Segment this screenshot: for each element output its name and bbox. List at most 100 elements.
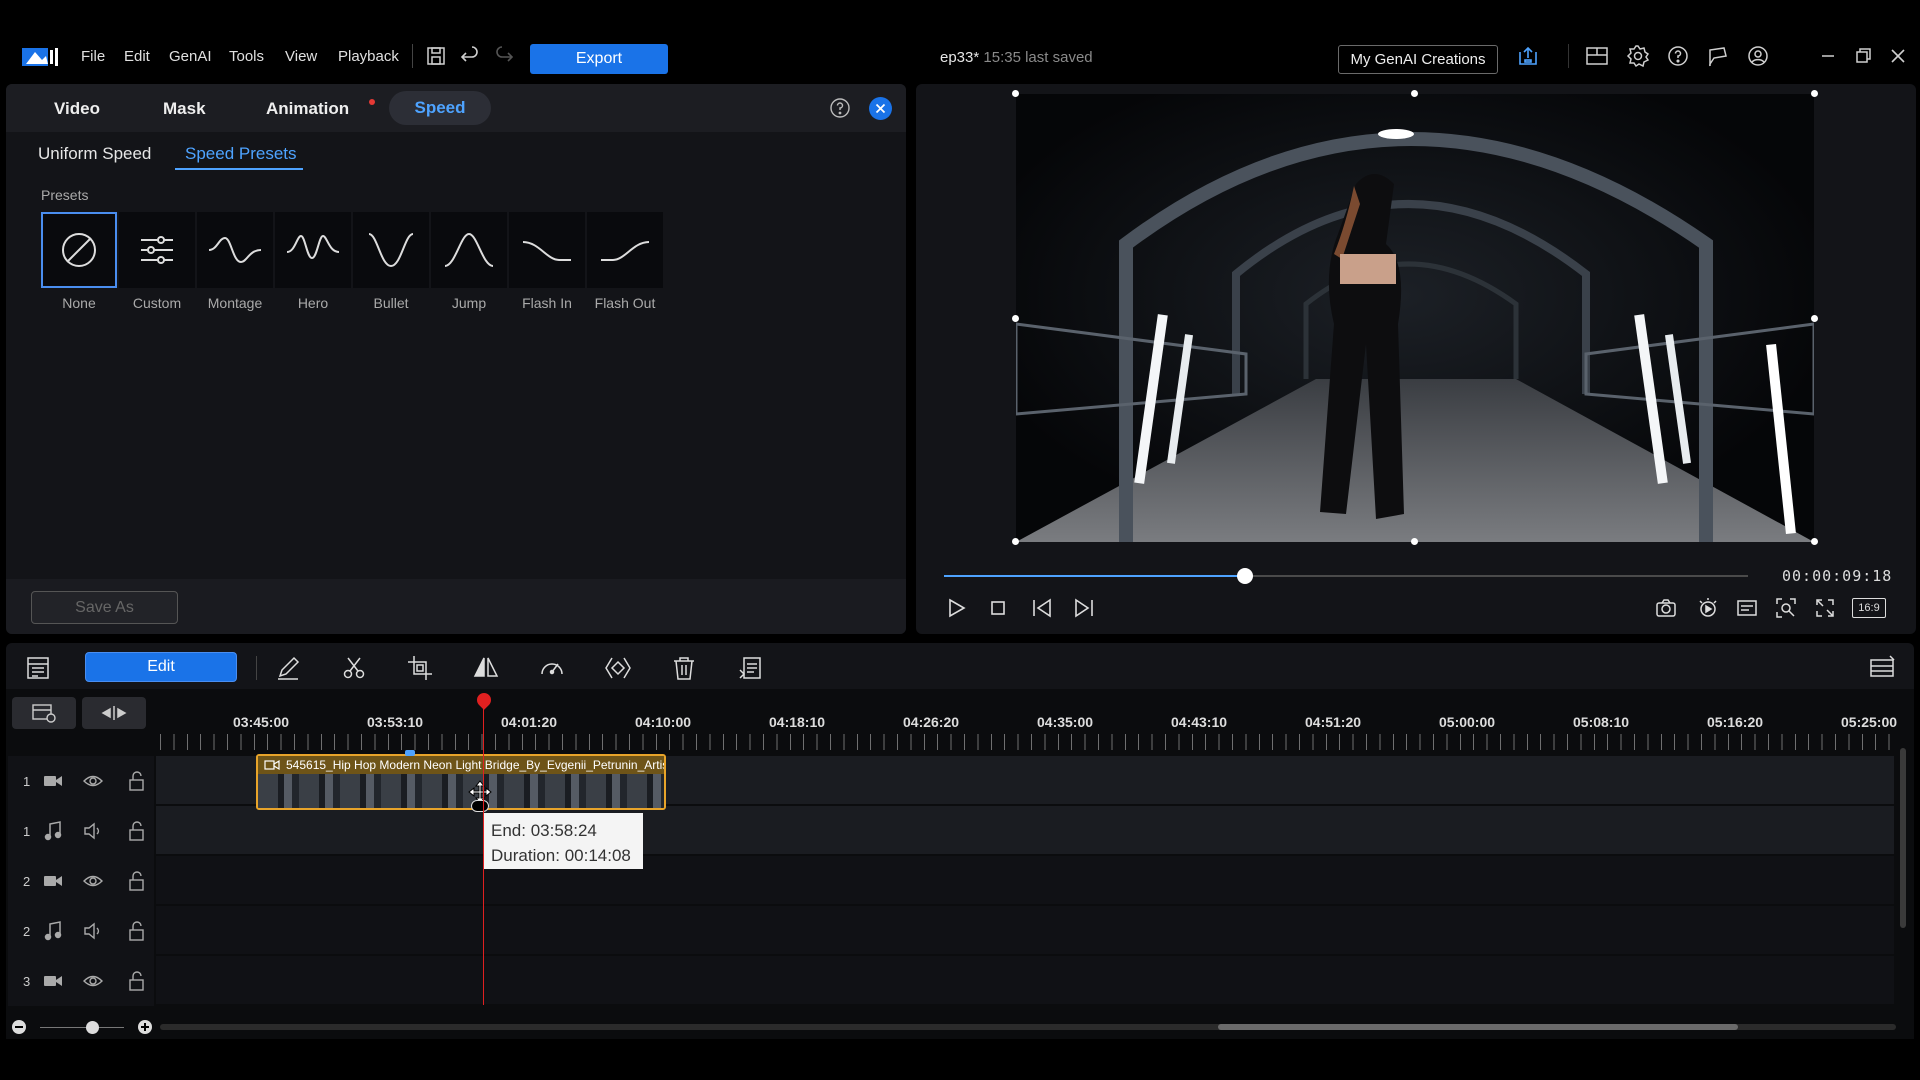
menu-tools[interactable]: Tools [229,48,264,65]
ruler-label: 05:16:20 [1707,714,1764,730]
crop-handle[interactable] [1811,315,1818,322]
video-clip[interactable]: 545615_Hip Hop Modern Neon Light Bridge_… [256,754,666,810]
timeline-settings-icon[interactable] [1868,654,1896,682]
aspect-ratio-button[interactable]: 16:9 [1852,598,1886,618]
preset-flash-out[interactable] [587,212,663,288]
video-preview[interactable] [1016,94,1814,542]
crop-handle[interactable] [1012,538,1019,545]
upload-icon[interactable] [1516,44,1540,68]
trim-handle[interactable] [471,800,489,812]
preset-bullet[interactable] [353,212,429,288]
eye-icon[interactable] [82,870,104,892]
eye-icon[interactable] [82,970,104,992]
preset-hero[interactable] [275,212,351,288]
playback-progress-knob[interactable] [1237,568,1253,584]
help-icon[interactable] [1666,44,1690,68]
my-genai-creations-button[interactable]: My GenAI Creations [1338,45,1498,74]
horizontal-scrollbar-thumb[interactable] [1218,1024,1738,1030]
undo-icon[interactable] [458,44,482,68]
lock-icon[interactable] [126,770,148,792]
snapshot-icon[interactable] [1654,596,1678,620]
previous-frame-icon[interactable] [1030,596,1054,620]
menu-playback[interactable]: Playback [338,48,399,65]
play-icon[interactable] [944,596,968,620]
export-button[interactable]: Export [530,44,668,74]
tab-speed[interactable]: Speed [389,91,491,125]
speed-icon[interactable] [538,654,566,682]
gear-icon[interactable] [1626,44,1650,68]
help-icon[interactable] [829,97,851,119]
tab-mask[interactable]: Mask [163,99,206,119]
ruler-label: 04:43:10 [1171,714,1228,730]
crop-handle[interactable] [1012,315,1019,322]
crop-handle[interactable] [1012,90,1019,97]
track-video-3[interactable] [156,956,1894,1004]
crop-handle[interactable] [1811,90,1818,97]
tab-animation[interactable]: Animation [266,99,349,119]
account-icon[interactable] [1746,44,1770,68]
preset-flash-in[interactable] [509,212,585,288]
fit-timeline-icon[interactable] [82,697,146,729]
track-audio-2[interactable] [156,906,1894,954]
layout-icon[interactable] [1585,44,1609,68]
speed-marker[interactable] [405,750,415,756]
trash-icon[interactable] [670,654,698,682]
close-window-icon[interactable] [1886,44,1910,68]
menu-edit[interactable]: Edit [124,48,150,65]
notification-icon[interactable] [1706,44,1730,68]
menu-file[interactable]: File [81,48,105,65]
tools-menu-icon[interactable] [736,654,764,682]
pen-icon[interactable] [274,654,302,682]
tab-video[interactable]: Video [54,99,100,119]
speaker-icon[interactable] [82,920,104,942]
preset-custom[interactable] [119,212,195,288]
subtitles-icon[interactable] [1735,596,1759,620]
speaker-icon[interactable] [82,820,104,842]
preview-quality-icon[interactable] [1696,596,1720,620]
preset-montage[interactable] [197,212,273,288]
subtab-uniform-speed[interactable]: Uniform Speed [38,144,151,164]
zoom-slider-track[interactable] [40,1027,124,1028]
zoom-slider-knob[interactable] [86,1021,99,1034]
vertical-scrollbar[interactable] [1900,748,1906,928]
fullscreen-icon[interactable] [1813,596,1837,620]
keyframe-icon[interactable] [604,654,632,682]
track-audio-1[interactable] [156,806,1894,854]
save-icon[interactable] [424,44,448,68]
edit-button[interactable]: Edit [85,652,237,682]
track-manager-icon[interactable] [12,697,76,729]
lock-icon[interactable] [126,820,148,842]
crop-icon[interactable] [406,654,434,682]
preset-label-none: None [62,295,96,311]
flip-icon[interactable] [472,654,500,682]
redo-icon[interactable] [492,44,516,68]
save-as-button[interactable]: Save As [31,591,178,624]
ruler-ticks[interactable] [160,734,1896,750]
lock-icon[interactable] [126,920,148,942]
lock-icon[interactable] [126,970,148,992]
restore-icon[interactable] [1851,44,1875,68]
menu-genai[interactable]: GenAI [169,48,212,65]
subtab-speed-presets[interactable]: Speed Presets [185,144,297,164]
preset-label-custom: Custom [132,295,182,311]
track-number: 1 [23,824,31,839]
track-video-2[interactable] [156,856,1894,904]
next-frame-icon[interactable] [1072,596,1096,620]
minimize-icon[interactable] [1816,44,1840,68]
eye-icon[interactable] [82,770,104,792]
zoom-in-icon[interactable] [138,1020,152,1034]
crop-handle[interactable] [1411,538,1418,545]
lock-icon[interactable] [126,870,148,892]
crop-handle[interactable] [1411,90,1418,97]
crop-handle[interactable] [1811,538,1818,545]
stop-icon[interactable] [986,596,1010,620]
timeline-mode-icon[interactable] [24,654,52,682]
zoom-preview-icon[interactable] [1774,596,1798,620]
clip-thumbnails [258,774,664,808]
preset-jump[interactable] [431,212,507,288]
scissors-icon[interactable] [340,654,368,682]
preset-none[interactable] [41,212,117,288]
zoom-out-icon[interactable] [12,1020,26,1034]
menu-view[interactable]: View [285,48,317,65]
close-panel-icon[interactable] [869,97,892,120]
